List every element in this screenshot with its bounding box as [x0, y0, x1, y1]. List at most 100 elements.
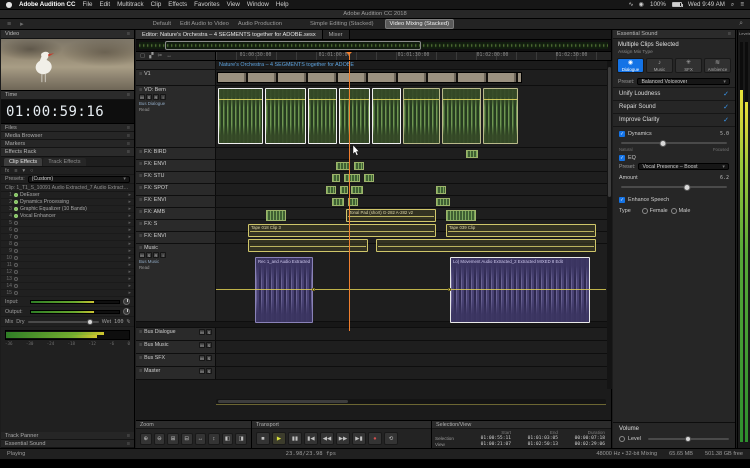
- menu-item[interactable]: View: [227, 1, 240, 8]
- effects-rack-header[interactable]: Effects Rack ≡: [1, 148, 134, 157]
- scrollbar-thumb[interactable]: [218, 400, 348, 403]
- slider-handle[interactable]: [683, 184, 690, 191]
- effect-power-icon[interactable]: [14, 249, 18, 253]
- effects-slot[interactable]: 2Dynamics Processing▸: [1, 199, 134, 206]
- track-toggle-button[interactable]: M: [139, 252, 145, 258]
- menu-item[interactable]: Favorites: [194, 1, 219, 8]
- chevron-right-icon[interactable]: ▸: [128, 206, 131, 212]
- workspace-preset[interactable]: Edit Audio to Video: [180, 21, 229, 27]
- panel-menu-icon[interactable]: ≡: [127, 149, 130, 155]
- bus-track-lane[interactable]: [216, 367, 612, 379]
- workspace-preset[interactable]: Audio Production: [238, 21, 282, 27]
- effect-power-icon[interactable]: [14, 214, 18, 218]
- output-gain-knob[interactable]: [123, 308, 130, 315]
- fx-track-lane[interactable]: [216, 184, 612, 195]
- level-toggle-icon[interactable]: [619, 436, 625, 442]
- track-output[interactable]: Bus Dialogue: [139, 101, 212, 106]
- fx-track-lane[interactable]: [216, 160, 612, 171]
- type-option[interactable]: Male: [671, 208, 691, 214]
- chevron-right-icon[interactable]: ▸: [128, 290, 131, 296]
- effects-slot[interactable]: 13▸: [1, 276, 134, 283]
- radio-icon[interactable]: [671, 208, 677, 214]
- menu-item[interactable]: Effects: [168, 1, 187, 8]
- effect-power-icon[interactable]: [14, 235, 18, 239]
- mute-button[interactable]: M: [199, 329, 205, 335]
- solo-button[interactable]: S: [206, 368, 212, 374]
- collapsed-panel-tab[interactable]: Files≡: [1, 124, 134, 132]
- menu-item[interactable]: Edit: [99, 1, 110, 8]
- presets-dropdown[interactable]: (Custom) ▾: [28, 176, 130, 183]
- effects-slot[interactable]: 10▸: [1, 255, 134, 262]
- effects-tool-icon[interactable]: ○: [30, 168, 33, 174]
- mix-type-button[interactable]: ◉Dialogue: [617, 58, 644, 73]
- track-toggle-button[interactable]: I: [160, 94, 166, 100]
- zoom-button[interactable]: ↕: [208, 433, 220, 445]
- zoom-button[interactable]: ⊟: [181, 433, 193, 445]
- slider-handle[interactable]: [660, 140, 667, 147]
- vo-track-lane[interactable]: [216, 86, 612, 147]
- zoom-button[interactable]: ⊞: [167, 433, 179, 445]
- mute-button[interactable]: M: [199, 368, 205, 374]
- preset-dropdown[interactable]: Balanced Voiceover ▾: [637, 78, 730, 85]
- chevron-right-icon[interactable]: ▸: [128, 262, 131, 268]
- effects-slot[interactable]: 9▸: [1, 248, 134, 255]
- effect-power-icon[interactable]: [14, 291, 18, 295]
- dynamics-value[interactable]: 5.0: [720, 131, 729, 137]
- zoom-panel-header[interactable]: Zoom: [136, 421, 251, 429]
- scrollbar-thumb[interactable]: [608, 67, 611, 197]
- selection-view-header[interactable]: Selection/View: [432, 421, 611, 429]
- effects-tool-icon[interactable]: fx: [5, 168, 9, 174]
- editor-tool-icon[interactable]: ▞: [149, 53, 153, 59]
- menu-item[interactable]: Window: [247, 1, 269, 8]
- eq-checkbox[interactable]: ✓: [619, 155, 625, 161]
- chevron-right-icon[interactable]: ▸: [128, 220, 131, 226]
- apple-menu-icon[interactable]: [6, 2, 12, 8]
- solo-button[interactable]: S: [206, 329, 212, 335]
- track-toggle-button[interactable]: M: [139, 94, 145, 100]
- fx-track-lane[interactable]: [216, 172, 612, 183]
- zoom-button[interactable]: ↔: [195, 433, 207, 445]
- effects-tool-icon[interactable]: ▾: [22, 168, 25, 174]
- editor-tool-icon[interactable]: ▢: [140, 53, 145, 59]
- effects-slot[interactable]: 12▸: [1, 269, 134, 276]
- playhead-line[interactable]: [349, 61, 350, 331]
- editor-tab[interactable]: Mixer: [323, 30, 350, 39]
- zoom-button[interactable]: ⊕: [140, 433, 152, 445]
- effects-tool-icon[interactable]: ≡: [14, 168, 17, 174]
- chevron-right-icon[interactable]: ▸: [128, 269, 131, 275]
- track-toggle-button[interactable]: R: [153, 252, 159, 258]
- track-automation-mode[interactable]: Read: [139, 265, 212, 270]
- status-icon[interactable]: ◉: [639, 1, 644, 8]
- video-panel-header[interactable]: Video ≡: [1, 30, 134, 39]
- view-start[interactable]: 01:00:21:07: [467, 442, 514, 448]
- view-end[interactable]: 01:02:50:13: [514, 442, 561, 448]
- solo-button[interactable]: S: [206, 355, 212, 361]
- level-slider-handle[interactable]: [685, 436, 691, 442]
- chevron-right-icon[interactable]: ▸: [128, 199, 131, 205]
- fx-track-lane[interactable]: [216, 208, 612, 219]
- transport-button[interactable]: ▶▶: [336, 432, 350, 445]
- chevron-right-icon[interactable]: ▸: [128, 276, 131, 282]
- fx-track-lane[interactable]: [216, 196, 612, 207]
- effect-power-icon[interactable]: [14, 200, 18, 204]
- fx-track-header[interactable]: ≡FX: ENVI: [136, 160, 216, 171]
- track-toggle-button[interactable]: S: [146, 94, 152, 100]
- panel-menu-icon[interactable]: ≡: [127, 141, 130, 147]
- chevron-right-icon[interactable]: ▸: [128, 213, 131, 219]
- amount-value[interactable]: 6.2: [720, 175, 729, 181]
- chevron-right-icon[interactable]: ▸: [128, 192, 131, 198]
- effect-power-icon[interactable]: [14, 263, 18, 267]
- track-automation-mode[interactable]: Read: [139, 107, 212, 112]
- effect-power-icon[interactable]: [14, 242, 18, 246]
- type-option[interactable]: Female: [642, 208, 668, 214]
- mix-slider-handle[interactable]: [87, 319, 93, 325]
- effect-power-icon[interactable]: [14, 277, 18, 281]
- panel-chevron-icon[interactable]: ▸: [20, 20, 24, 28]
- workspace-preset[interactable]: Default: [153, 21, 171, 27]
- radio-icon[interactable]: [642, 208, 648, 214]
- bus-track-header[interactable]: ≡MasterMS: [136, 367, 216, 379]
- track-toggle-button[interactable]: R: [153, 94, 159, 100]
- zoom-button[interactable]: ◧: [222, 433, 234, 445]
- fx-track-header[interactable]: ≡FX: S: [136, 220, 216, 231]
- effect-power-icon[interactable]: [14, 284, 18, 288]
